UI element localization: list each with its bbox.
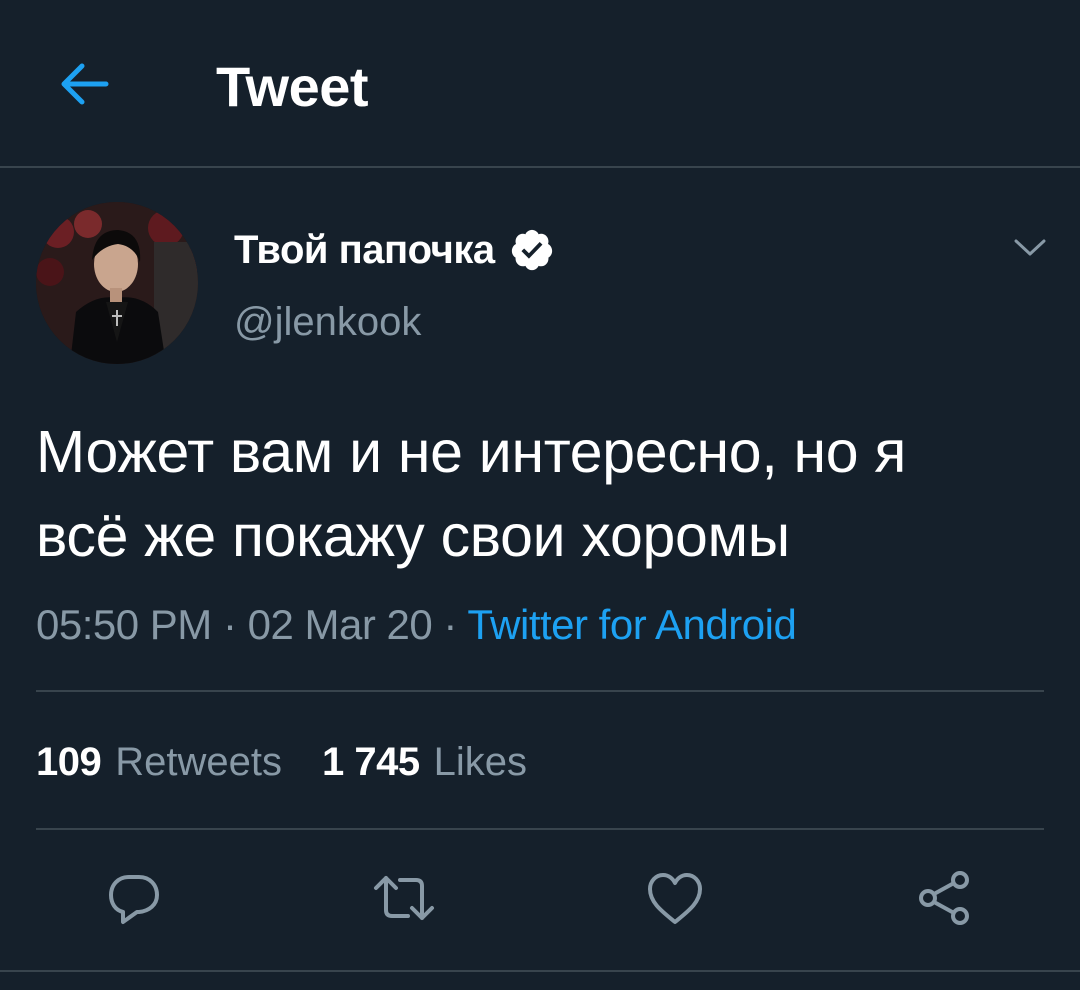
retweets-count: 109 <box>36 740 102 784</box>
likes-stat[interactable]: 1 745 Likes <box>322 735 527 789</box>
back-button[interactable] <box>52 52 116 116</box>
reply-button[interactable] <box>102 866 166 930</box>
avatar-photo <box>36 202 198 364</box>
like-button[interactable] <box>643 866 707 930</box>
tweet-date: 02 Mar 20 <box>247 601 433 648</box>
author-handle[interactable]: @jlenkook <box>234 296 421 348</box>
reply-icon <box>109 875 159 924</box>
tweet-detail-screen: Tweet Твой папочка @jlenkook Может вам и… <box>0 0 1080 990</box>
likes-label: Likes <box>433 740 527 784</box>
tweet-text: Может вам и не интересно, но я всё же пок… <box>36 410 1046 578</box>
share-button[interactable] <box>912 866 976 930</box>
tweet-time: 05:50 PM <box>36 601 212 648</box>
chevron-down-icon <box>1014 239 1046 256</box>
divider <box>36 690 1044 692</box>
author-name-row[interactable]: Твой папочка <box>234 222 555 278</box>
retweets-stat[interactable]: 109 Retweets <box>36 735 282 789</box>
avatar[interactable] <box>36 202 198 364</box>
page-title: Tweet <box>216 55 369 118</box>
like-icon <box>648 873 702 924</box>
meta-separator: · <box>443 601 457 648</box>
retweet-button[interactable] <box>372 866 436 930</box>
tweet-meta: 05:50 PM · 02 Mar 20 · Twitter for Andro… <box>36 598 797 652</box>
tweet-source-link[interactable]: Twitter for Android <box>467 601 796 648</box>
share-icon <box>919 871 969 925</box>
top-bar: Tweet <box>0 0 1080 168</box>
retweet-icon <box>374 876 434 920</box>
author-display-name: Твой папочка <box>234 227 495 272</box>
tweet-stats: 109 Retweets 1 745 Likes <box>36 735 567 789</box>
arrow-left-icon <box>61 63 109 105</box>
meta-separator: · <box>222 601 237 648</box>
tweet-text-line-2: всё же покажу свои хоромы <box>36 503 790 569</box>
likes-count: 1 745 <box>322 740 420 784</box>
divider <box>36 828 1044 830</box>
retweets-label: Retweets <box>115 740 282 784</box>
bottom-divider <box>0 970 1080 972</box>
verified-badge-icon <box>509 227 555 273</box>
tweet-text-line-1: Может вам и не интересно, но я <box>36 419 907 485</box>
more-options-button[interactable] <box>1004 222 1056 274</box>
